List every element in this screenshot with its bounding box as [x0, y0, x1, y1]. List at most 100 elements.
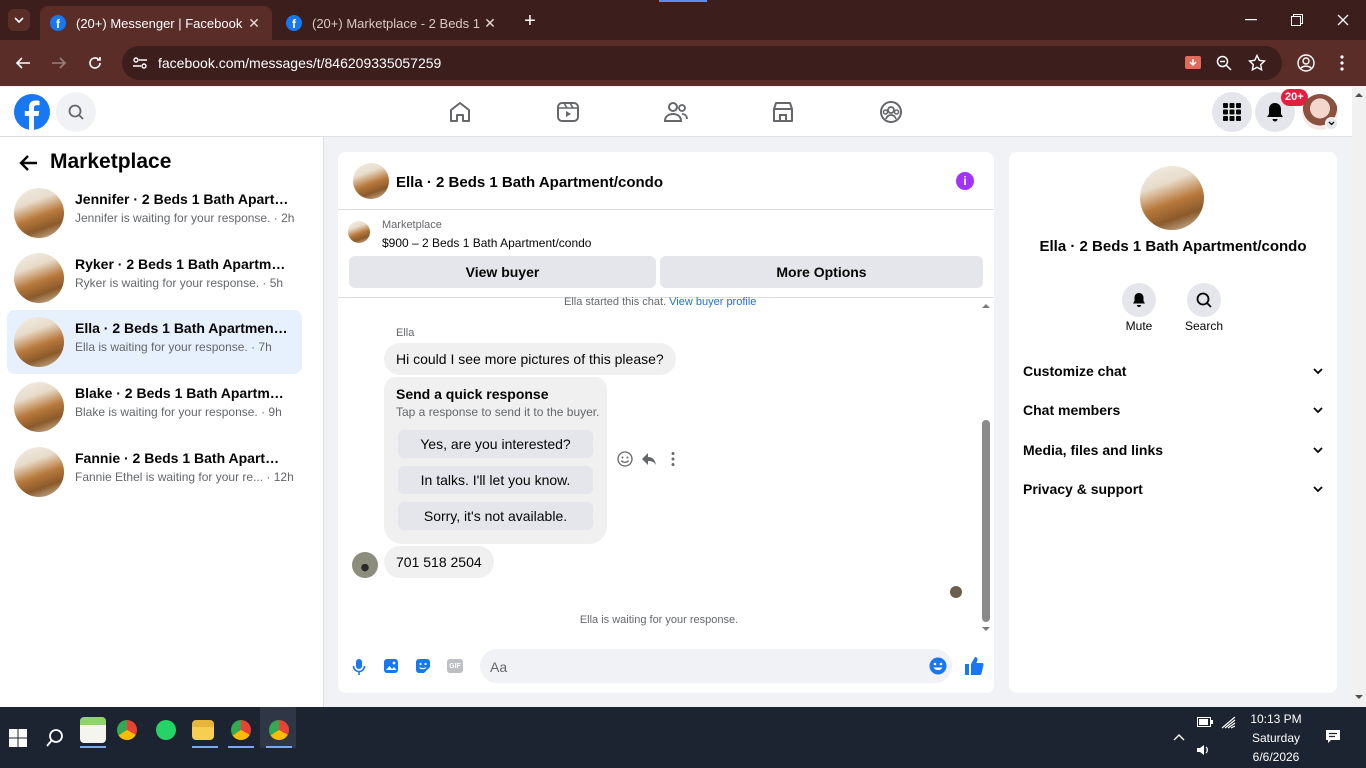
- groups-icon[interactable]: [878, 99, 904, 125]
- section-customize-chat[interactable]: Customize chat: [1023, 363, 1323, 379]
- facebook-logo-icon: [24, 100, 40, 130]
- thumbs-up-icon[interactable]: [964, 656, 984, 676]
- maximize-button[interactable]: [1274, 0, 1320, 40]
- facebook-logo[interactable]: [14, 94, 50, 130]
- chrome-app-icon[interactable]: [117, 720, 137, 740]
- close-tab-icon[interactable]: ✕: [246, 15, 262, 32]
- chat-avatar[interactable]: [353, 163, 389, 199]
- back-button[interactable]: [11, 51, 35, 75]
- back-arrow-icon[interactable]: [18, 154, 38, 172]
- emoji-icon[interactable]: [929, 657, 947, 675]
- taskbar-running-indicator: [192, 746, 218, 748]
- reply-icon[interactable]: [641, 451, 657, 467]
- react-emoji-icon[interactable]: [617, 451, 633, 467]
- conversation-item[interactable]: Blake · 2 Beds 1 Bath Apartment... Blake…: [7, 375, 302, 439]
- site-info-icon[interactable]: [132, 55, 148, 71]
- tab-search-button[interactable]: [8, 9, 30, 31]
- scroll-down-icon[interactable]: [982, 626, 990, 632]
- chat-title[interactable]: Ella · 2 Beds 1 Bath Apartment/condo: [396, 174, 663, 191]
- quick-response-title: Send a quick response: [396, 386, 549, 402]
- quick-response-button[interactable]: Yes, are you interested?: [398, 430, 593, 458]
- reload-button[interactable]: [83, 51, 107, 75]
- section-chat-members[interactable]: Chat members: [1023, 402, 1323, 418]
- conversation-item[interactable]: Ryker · 2 Beds 1 Bath Apartment... Ryker…: [7, 246, 302, 310]
- scroll-thumb[interactable]: [982, 420, 990, 622]
- bookmark-star-icon[interactable]: [1248, 54, 1266, 72]
- close-window-button[interactable]: [1320, 0, 1366, 40]
- battery-icon[interactable]: [1197, 717, 1213, 727]
- listing-avatar[interactable]: [1140, 166, 1204, 230]
- quick-response-button[interactable]: Sorry, it's not available.: [398, 502, 593, 530]
- view-buyer-profile-link[interactable]: View buyer profile: [669, 296, 756, 308]
- gif-button[interactable]: GIF: [447, 659, 463, 673]
- more-icon[interactable]: [671, 451, 675, 467]
- page-scrollbar[interactable]: [1352, 87, 1366, 707]
- scroll-up-icon[interactable]: [982, 303, 990, 309]
- tab-marketplace[interactable]: f (20+) Marketplace - 2 Beds 1 Bath ✕: [276, 6, 508, 40]
- conversation-info-button[interactable]: i: [956, 172, 974, 190]
- taskbar-running-indicator: [266, 746, 292, 748]
- notification-center-icon[interactable]: [1325, 729, 1341, 745]
- chrome-app-icon[interactable]: [269, 720, 289, 740]
- conversation-item-selected[interactable]: Ella · 2 Beds 1 Bath Apartment/c... Ella…: [7, 310, 302, 374]
- home-icon[interactable]: [447, 99, 473, 125]
- section-privacy-support[interactable]: Privacy & support: [1023, 481, 1323, 497]
- conversation-item[interactable]: Jennifer · 2 Beds 1 Bath Apartm... Jenni…: [7, 181, 302, 245]
- more-options-button[interactable]: More Options: [660, 256, 983, 288]
- clock[interactable]: 10:13 PM Saturday 6/6/2026: [1242, 710, 1310, 767]
- minimize-button[interactable]: [1228, 0, 1274, 40]
- marketplace-icon[interactable]: [770, 99, 796, 125]
- conversation-preview: Fannie Ethel is waiting for your re... ·…: [75, 470, 294, 484]
- close-tab-icon[interactable]: ✕: [482, 15, 498, 32]
- friends-icon[interactable]: [663, 99, 689, 125]
- scroll-down-icon[interactable]: [1355, 694, 1363, 700]
- conversation-item[interactable]: Fannie · 2 Beds 1 Bath Apartmen... Fanni…: [7, 440, 302, 504]
- volume-icon[interactable]: [1196, 744, 1210, 756]
- chevron-up-icon[interactable]: [1173, 733, 1185, 741]
- windows-start-icon[interactable]: [9, 729, 27, 747]
- menu-button[interactable]: [1212, 92, 1252, 132]
- url-text[interactable]: facebook.com/messages/t/846209335057259: [158, 55, 441, 71]
- chrome-app-icon[interactable]: [231, 720, 251, 740]
- listing-title[interactable]: $900 – 2 Beds 1 Bath Apartment/condo: [382, 236, 591, 250]
- conversation-preview: Blake is waiting for your response. · 9h: [75, 405, 282, 419]
- message-bubble[interactable]: Hi could I see more pictures of this ple…: [384, 343, 676, 375]
- wifi-icon[interactable]: [1221, 715, 1237, 729]
- notepad-app-icon[interactable]: [80, 717, 106, 743]
- forward-button[interactable]: [47, 51, 71, 75]
- photo-icon[interactable]: [383, 658, 399, 674]
- address-bar[interactable]: facebook.com/messages/t/846209335057259: [122, 46, 1282, 80]
- message-input[interactable]: Aa: [480, 649, 952, 683]
- section-label: Customize chat: [1023, 363, 1127, 379]
- tab-messenger[interactable]: f (20+) Messenger | Facebook ✕: [40, 6, 272, 40]
- account-chevron[interactable]: [1325, 117, 1338, 130]
- message-bubble[interactable]: 701 518 2504: [384, 546, 494, 578]
- file-explorer-app-icon[interactable]: [192, 720, 214, 740]
- quick-response-button[interactable]: In talks. I'll let you know.: [398, 466, 593, 494]
- search-icon[interactable]: [46, 729, 64, 747]
- view-buyer-button[interactable]: View buyer: [349, 256, 656, 288]
- menu-kebab-icon[interactable]: [1339, 54, 1345, 72]
- search-conversation-button[interactable]: [1187, 283, 1221, 317]
- search-button[interactable]: [56, 92, 96, 132]
- mute-button[interactable]: [1122, 283, 1156, 317]
- scroll-up-icon[interactable]: [1355, 92, 1363, 98]
- section-media-files-links[interactable]: Media, files and links: [1023, 442, 1323, 458]
- sender-avatar[interactable]: [352, 552, 378, 578]
- zoom-icon[interactable]: [1216, 55, 1232, 71]
- section-label: Chat members: [1023, 402, 1121, 418]
- info-title: Ella · 2 Beds 1 Bath Apartment/condo: [1039, 238, 1307, 255]
- browser-tab-bar: f (20+) Messenger | Facebook ✕ f (20+) M…: [0, 0, 1366, 40]
- video-icon[interactable]: [555, 99, 581, 125]
- whatsapp-app-icon[interactable]: [156, 720, 176, 740]
- new-tab-button[interactable]: +: [518, 9, 542, 33]
- conversation-preview: Ella is waiting for your response. · 7h: [75, 340, 272, 354]
- sticker-icon[interactable]: [415, 658, 431, 674]
- listing-thumbnail: [348, 221, 370, 243]
- listing-source: Marketplace: [382, 219, 442, 231]
- microphone-icon[interactable]: [352, 658, 366, 676]
- profile-icon[interactable]: [1297, 54, 1315, 72]
- chevron-down-icon: [1313, 368, 1323, 374]
- chat-scrollbar[interactable]: [981, 302, 991, 632]
- open-in-app-icon[interactable]: [1184, 54, 1202, 72]
